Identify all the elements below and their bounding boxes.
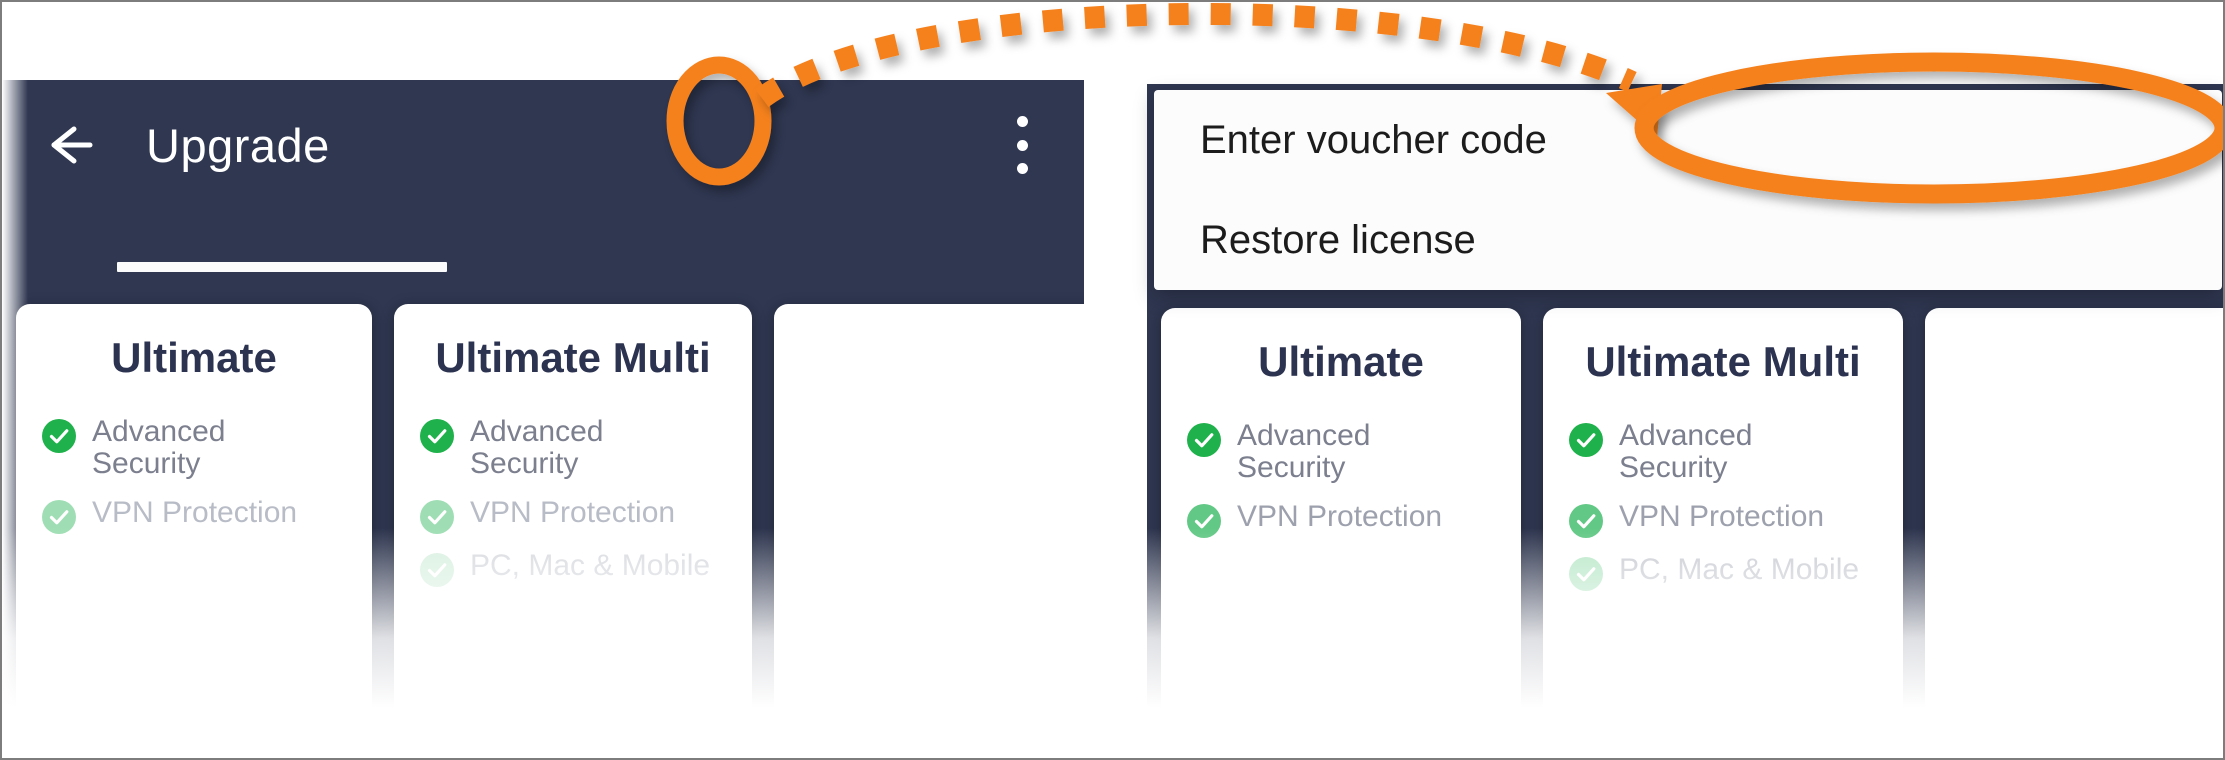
plan-card[interactable]: Ultimate Advanced Security VPN Protectio…: [16, 304, 372, 758]
feature-label: Advanced Security: [1619, 419, 1753, 485]
feature-label: Advanced Security: [92, 415, 226, 481]
check-circle-icon: [42, 499, 76, 534]
plan-card[interactable]: Ultimate Multi Advanced Security VPN Pro…: [394, 304, 752, 758]
plan-card[interactable]: [1925, 308, 2223, 758]
overflow-menu: Enter voucher code Restore license: [1154, 90, 2222, 290]
feature-label: VPN Protection: [92, 495, 298, 529]
kebab-dot-3: [1016, 163, 1028, 174]
page-title-left: Upgrade: [146, 118, 330, 172]
feature-item: Advanced Security: [42, 415, 372, 481]
feature-list: Advanced Security VPN Protection: [1161, 419, 1521, 538]
feature-label: VPN Protection: [1237, 499, 1443, 533]
feature-label: PC, Mac & Mobile: [470, 548, 711, 582]
plan-card[interactable]: [774, 304, 1084, 758]
screenshot-root: Upgrade Ultimate Advanced Security VPN P…: [0, 0, 2225, 760]
feature-label: PC, Mac & Mobile: [1619, 552, 1860, 586]
feature-label: Advanced Security: [470, 415, 604, 481]
tab-strip-left: [2, 210, 1084, 290]
feature-item: VPN Protection: [42, 495, 372, 534]
arrow-left-icon[interactable]: [38, 115, 98, 175]
feature-item: Advanced Security: [1569, 419, 1903, 485]
feature-item: VPN Protection: [1569, 499, 1903, 538]
phone-screen-left: Upgrade Ultimate Advanced Security VPN P…: [2, 80, 1084, 758]
panel-left-body: Upgrade Ultimate Advanced Security VPN P…: [2, 80, 1084, 758]
plan-cards-left: Ultimate Advanced Security VPN Protectio…: [2, 290, 1084, 758]
check-circle-icon: [420, 419, 454, 453]
feature-item: Advanced Security: [1187, 419, 1521, 485]
plan-title: Ultimate Multi: [1585, 338, 1861, 385]
feature-item: VPN Protection: [420, 495, 752, 534]
kebab-dot-2: [1016, 139, 1028, 151]
check-circle-icon: [1569, 423, 1603, 457]
tab-indicator-left: [117, 262, 447, 272]
check-circle-icon: [1569, 556, 1603, 591]
feature-item: Advanced Security: [420, 415, 752, 481]
feature-item: PC, Mac & Mobile: [420, 548, 752, 587]
feature-label: VPN Protection: [1619, 499, 1825, 533]
feature-list: Advanced Security VPN Protection: [16, 415, 372, 534]
feature-item: VPN Protection: [1187, 499, 1521, 538]
kebab-menu-icon[interactable]: [1016, 116, 1028, 174]
feature-label: VPN Protection: [470, 495, 676, 529]
plan-title: Ultimate: [111, 334, 277, 381]
check-circle-icon: [420, 552, 454, 587]
kebab-dot-1: [1016, 116, 1028, 127]
plan-title: Ultimate: [1258, 338, 1424, 385]
plan-card[interactable]: Ultimate Advanced Security VPN Protectio…: [1161, 308, 1521, 758]
check-circle-icon: [1569, 503, 1603, 538]
menu-item-enter-voucher-code[interactable]: Enter voucher code: [1154, 90, 2222, 190]
check-circle-icon: [1187, 423, 1221, 457]
feature-list: Advanced Security VPN Protection: [394, 415, 752, 587]
feature-label: Advanced Security: [1237, 419, 1371, 485]
check-circle-icon: [1187, 503, 1221, 538]
check-circle-icon: [420, 499, 454, 534]
feature-item: PC, Mac & Mobile: [1569, 552, 1903, 591]
plan-card[interactable]: Ultimate Multi Advanced Security VPN Pro…: [1543, 308, 1903, 758]
plan-title: Ultimate Multi: [435, 334, 711, 381]
feature-list: Advanced Security VPN Protection: [1543, 419, 1903, 591]
check-circle-icon: [42, 419, 76, 453]
app-bar-left: Upgrade: [2, 80, 1084, 210]
menu-item-restore-license[interactable]: Restore license: [1154, 190, 2222, 290]
plan-cards-right: Ultimate Advanced Security VPN Protectio…: [1147, 294, 2223, 758]
